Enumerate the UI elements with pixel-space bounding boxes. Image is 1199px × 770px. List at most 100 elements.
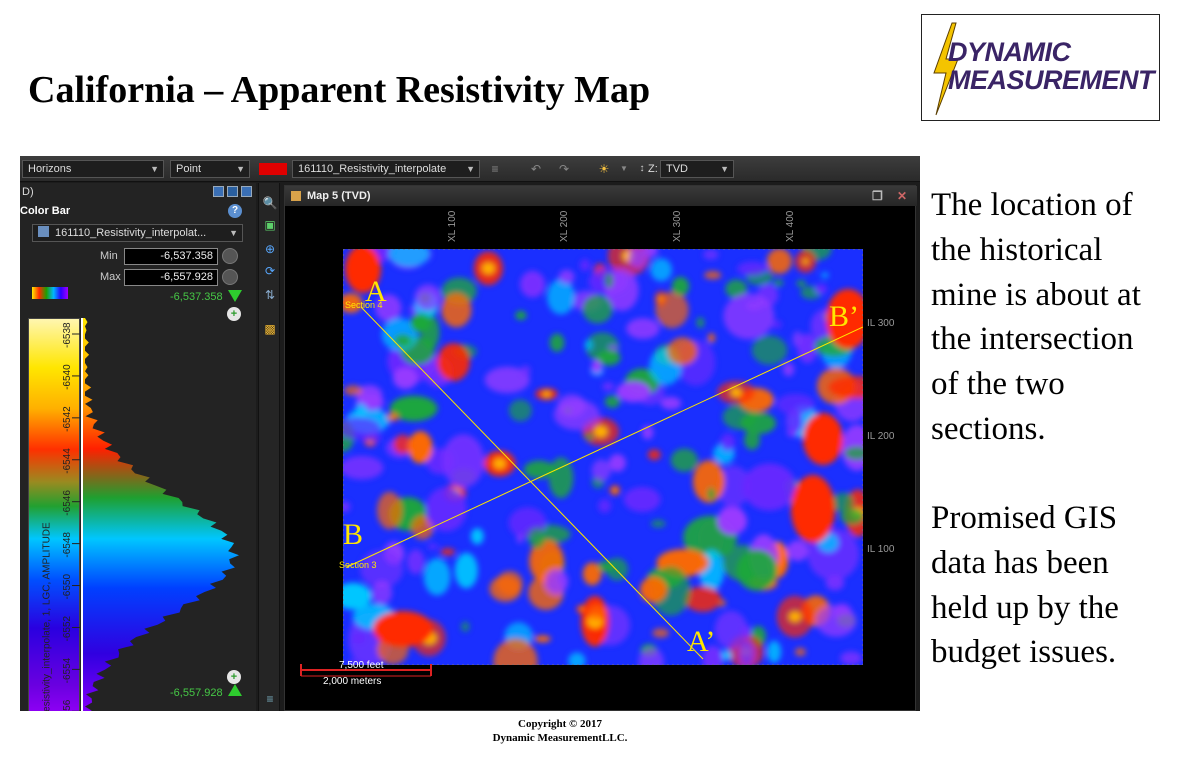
resistivity-blob bbox=[440, 548, 456, 556]
resistivity-blob bbox=[766, 249, 792, 274]
map-panel: Map 5 (TVD) ❐ ✕ XL 100 XL 200 XL 300 XL … bbox=[284, 185, 917, 711]
resistivity-blob bbox=[803, 413, 843, 465]
color-bar-title: Color Bar bbox=[20, 205, 71, 217]
resistivity-blob bbox=[667, 337, 698, 366]
xl-label: XL 400 bbox=[785, 210, 796, 242]
resistivity-blob-core bbox=[390, 414, 396, 420]
resistivity-blob bbox=[352, 633, 365, 644]
close-icon[interactable]: ✕ bbox=[897, 186, 907, 206]
zoom-select-icon[interactable]: 🔍 bbox=[262, 195, 278, 211]
side-paragraph-2: Promised GIS data has been held up by th… bbox=[931, 496, 1193, 675]
resistivity-blob bbox=[704, 271, 722, 280]
layers-icon[interactable]: ≡ bbox=[487, 161, 503, 177]
resistivity-blob bbox=[767, 640, 782, 663]
point-b-label: B bbox=[343, 518, 364, 551]
resistivity-blob-core bbox=[730, 387, 742, 398]
camera-icon[interactable]: ▩ bbox=[262, 321, 278, 337]
resistivity-blob bbox=[616, 381, 651, 403]
resistivity-blob bbox=[791, 475, 835, 543]
undo-icon[interactable]: ↶ bbox=[528, 161, 544, 177]
refresh-icon[interactable]: ⟳ bbox=[262, 263, 278, 279]
chevron-down-icon[interactable]: ▼ bbox=[616, 161, 632, 177]
map-header: Map 5 (TVD) ❐ ✕ bbox=[285, 186, 917, 206]
z-domain-label: TVD bbox=[666, 163, 688, 175]
resistivity-blob bbox=[597, 560, 615, 572]
help-icon[interactable]: ? bbox=[228, 204, 242, 218]
point-b-prime-label: B’ bbox=[829, 300, 859, 333]
app-window: Horizons ▼ Point ▼ 161110_Resistivity_in… bbox=[20, 156, 920, 711]
resistivity-blob bbox=[579, 259, 591, 272]
resistivity-blob bbox=[591, 359, 602, 374]
zoom-in-icon[interactable]: ⊕ bbox=[262, 241, 278, 257]
resistivity-blob bbox=[773, 279, 784, 287]
chevron-down-icon: ▼ bbox=[150, 164, 159, 174]
horizons-select[interactable]: Horizons ▼ bbox=[22, 160, 164, 178]
z-domain-select[interactable]: TVD ▼ bbox=[660, 160, 734, 178]
side-line: Promised GIS bbox=[931, 500, 1118, 536]
resistivity-blob bbox=[782, 362, 795, 377]
colorbar-tick-label: -6542 bbox=[62, 406, 73, 432]
resistivity-blob bbox=[647, 449, 661, 460]
histogram-shape bbox=[83, 318, 239, 711]
copyright-line-2: Dynamic MeasurementLLC. bbox=[492, 732, 628, 744]
side-line: sections. bbox=[931, 410, 1046, 447]
redo-icon[interactable]: ↷ bbox=[556, 161, 572, 177]
side-paragraph-1: The location of the historical mine is a… bbox=[931, 183, 1193, 452]
min-reset-button[interactable] bbox=[222, 248, 238, 264]
resistivity-blob bbox=[706, 487, 716, 501]
restore-icon[interactable] bbox=[241, 186, 252, 197]
dataset-icon bbox=[38, 226, 49, 237]
resistivity-blob bbox=[549, 333, 565, 352]
color-swatch[interactable] bbox=[259, 163, 287, 175]
zoom-in-icon[interactable]: + bbox=[227, 670, 241, 684]
colorbar-tick-label: -6552 bbox=[62, 615, 73, 641]
panel-icon[interactable] bbox=[213, 186, 224, 197]
colorbar-dataset-select[interactable]: 161110_Resistivity_interpolat... ▼ bbox=[32, 224, 243, 242]
expand-icon[interactable]: ≡ bbox=[262, 691, 278, 707]
bottom-handle[interactable] bbox=[228, 684, 242, 696]
histogram bbox=[83, 318, 239, 711]
resistivity-blob bbox=[584, 433, 595, 441]
resistivity-blob bbox=[744, 429, 760, 450]
main-toolbar: Horizons ▼ Point ▼ 161110_Resistivity_in… bbox=[20, 156, 920, 182]
top-handle[interactable] bbox=[228, 290, 242, 302]
resistivity-blob bbox=[671, 276, 690, 296]
resistivity-blob bbox=[608, 454, 626, 472]
colorbar-tick-label: -6538 bbox=[62, 322, 73, 348]
resistivity-blob bbox=[371, 580, 393, 605]
panel-header: D) bbox=[20, 183, 256, 201]
resistivity-blob bbox=[840, 651, 862, 665]
max-reset-button[interactable] bbox=[222, 269, 238, 285]
resistivity-blob bbox=[670, 448, 698, 472]
colormap-swatch[interactable] bbox=[32, 287, 68, 299]
resistivity-blob bbox=[626, 318, 660, 340]
resistivity-blob bbox=[461, 621, 470, 632]
min-label: Min bbox=[100, 250, 118, 262]
settings-sun-icon[interactable]: ☀ bbox=[596, 161, 612, 177]
point-select[interactable]: Point ▼ bbox=[170, 160, 250, 178]
ruler-icon[interactable]: ⇅ bbox=[262, 287, 278, 303]
max-input[interactable]: -6,557.928 bbox=[124, 269, 218, 286]
resistivity-blob bbox=[660, 396, 682, 410]
colorbar-top-value: -6,537.358 bbox=[170, 291, 223, 303]
point-select-label: Point bbox=[176, 163, 202, 175]
chevron-down-icon: ▼ bbox=[229, 228, 238, 238]
dataset-select[interactable]: 161110_Resistivity_interpolate ▼ bbox=[292, 160, 480, 178]
zoom-fit-icon[interactable]: ▣ bbox=[262, 217, 278, 233]
scale-bar: 7,500 feet 2,000 meters bbox=[299, 660, 439, 692]
resistivity-map[interactable] bbox=[343, 249, 863, 665]
resistivity-blob bbox=[423, 558, 451, 596]
colorbar-dataset-label: 161110_Resistivity_interpolat... bbox=[55, 227, 207, 239]
resistivity-blob bbox=[816, 605, 857, 637]
min-input[interactable]: -6,537.358 bbox=[124, 248, 218, 265]
minimize-icon[interactable] bbox=[227, 186, 238, 197]
resistivity-blob bbox=[545, 569, 569, 594]
resistivity-blob bbox=[364, 432, 382, 443]
resistivity-blob bbox=[520, 365, 531, 377]
xl-label: XL 200 bbox=[559, 210, 570, 242]
resistivity-blob bbox=[441, 292, 472, 328]
resistivity-blob bbox=[414, 284, 442, 311]
restore-icon[interactable]: ❐ bbox=[872, 186, 883, 206]
copyright-line-1: Copyright © 2017 bbox=[518, 718, 602, 730]
colorbar-ticks: -6538 -6540 -6542 -6544 -6546 -6548 -6550 -6552… bbox=[62, 322, 80, 711]
